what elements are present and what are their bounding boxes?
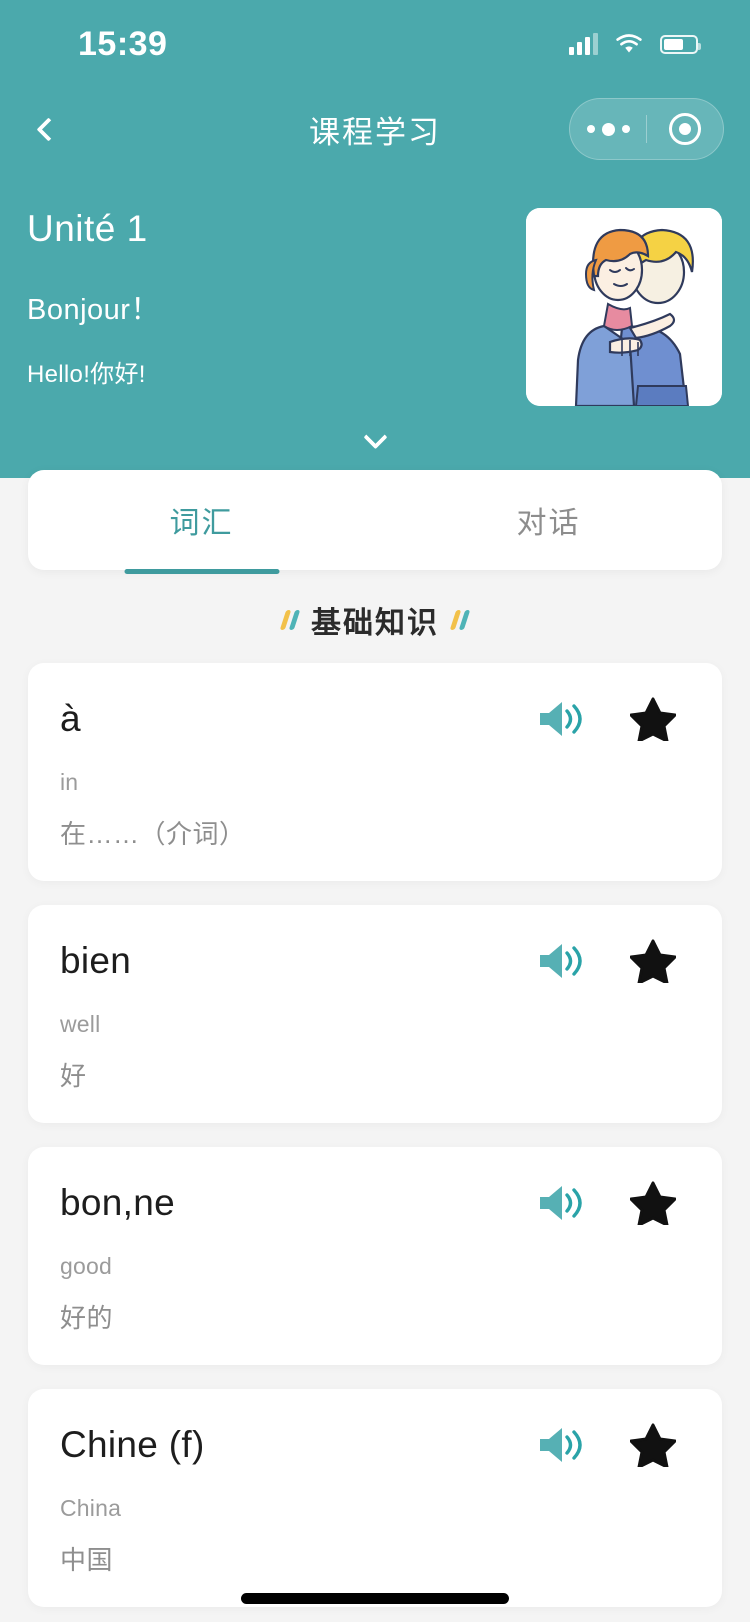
list-item[interactable]: bien well 好 — [28, 905, 722, 1123]
battery-icon — [660, 34, 701, 54]
wifi-icon — [615, 33, 643, 55]
nav-bar: 课程学习 — [0, 96, 750, 162]
tab-vocabulary[interactable]: 词汇 — [28, 470, 375, 570]
word-card-header: Chine (f) — [60, 1423, 690, 1469]
status-time: 15:39 — [78, 24, 168, 63]
speaker-icon[interactable] — [536, 1424, 588, 1466]
star-filled-icon[interactable] — [629, 1423, 677, 1469]
capsule-close-button[interactable] — [647, 113, 723, 145]
more-dots-icon — [586, 122, 630, 136]
word-card-header: bien — [60, 939, 690, 985]
word-card-actions — [536, 939, 690, 985]
chevron-down-icon — [362, 424, 388, 449]
word-english: China — [60, 1495, 122, 1521]
list-item[interactable]: à in 在……（介词） — [28, 663, 722, 881]
miniprogram-capsule — [569, 98, 724, 160]
greeting-hug-illustration — [526, 208, 722, 406]
speaker-icon[interactable] — [536, 940, 588, 982]
star-filled-icon[interactable] — [629, 1181, 677, 1227]
hero-header: 15:39 课程学习 Unité 1 Bonjour！ Hello!你好! — [0, 0, 750, 478]
home-indicator — [241, 1593, 509, 1604]
lesson-title-french: Bonjour！ — [27, 294, 160, 326]
back-button[interactable] — [26, 107, 70, 151]
word-chinese: 好 — [60, 1061, 87, 1091]
word-term: Chine (f) — [60, 1424, 205, 1465]
slash-marks-icon — [449, 610, 471, 630]
word-term: bon,ne — [60, 1182, 175, 1223]
list-item[interactable]: bon,ne good 好的 — [28, 1147, 722, 1365]
word-english: good — [60, 1253, 112, 1279]
word-card-actions — [536, 697, 690, 743]
word-chinese: 好的 — [60, 1303, 114, 1333]
list-item[interactable]: Chine (f) China 中国 — [28, 1389, 722, 1607]
word-english: in — [60, 769, 79, 795]
signal-bars-icon — [569, 33, 598, 55]
word-chinese: 中国 — [60, 1545, 114, 1575]
word-english: well — [60, 1011, 101, 1037]
capsule-menu-button[interactable] — [570, 122, 646, 136]
word-card-header: bon,ne — [60, 1181, 690, 1227]
tab-dialogue[interactable]: 对话 — [375, 470, 722, 570]
section-title-text: 基础知识 — [311, 607, 439, 640]
word-card-actions — [536, 1181, 690, 1227]
app-screen: 15:39 课程学习 Unité 1 Bonjour！ Hello!你好! 词汇… — [0, 0, 750, 1622]
word-card-actions — [536, 1423, 690, 1469]
vocabulary-list: à in 在……（介词） bien well 好 bon,ne good 好的 … — [0, 663, 750, 1622]
speaker-icon[interactable] — [536, 698, 588, 740]
unit-info: Unité 1 Bonjour！ Hello!你好! — [27, 208, 477, 389]
speaker-icon[interactable] — [536, 1182, 588, 1224]
section-header: 基础知识 — [0, 598, 750, 642]
chevron-left-icon — [35, 116, 61, 142]
word-term: à — [60, 698, 81, 739]
lesson-title-chinese: Hello!你好! — [27, 361, 146, 388]
target-circle-icon — [669, 113, 701, 145]
unit-title: Unité 1 — [27, 208, 148, 249]
expand-lesson-button[interactable] — [345, 424, 405, 458]
star-filled-icon[interactable] — [629, 697, 677, 743]
word-term: bien — [60, 940, 132, 981]
word-chinese: 在……（介词） — [60, 819, 246, 849]
status-icons — [569, 33, 701, 55]
slash-marks-icon — [279, 610, 301, 630]
status-bar: 15:39 — [0, 0, 750, 88]
tab-bar: 词汇 对话 — [28, 470, 722, 570]
word-card-header: à — [60, 697, 690, 743]
star-filled-icon[interactable] — [629, 939, 677, 985]
